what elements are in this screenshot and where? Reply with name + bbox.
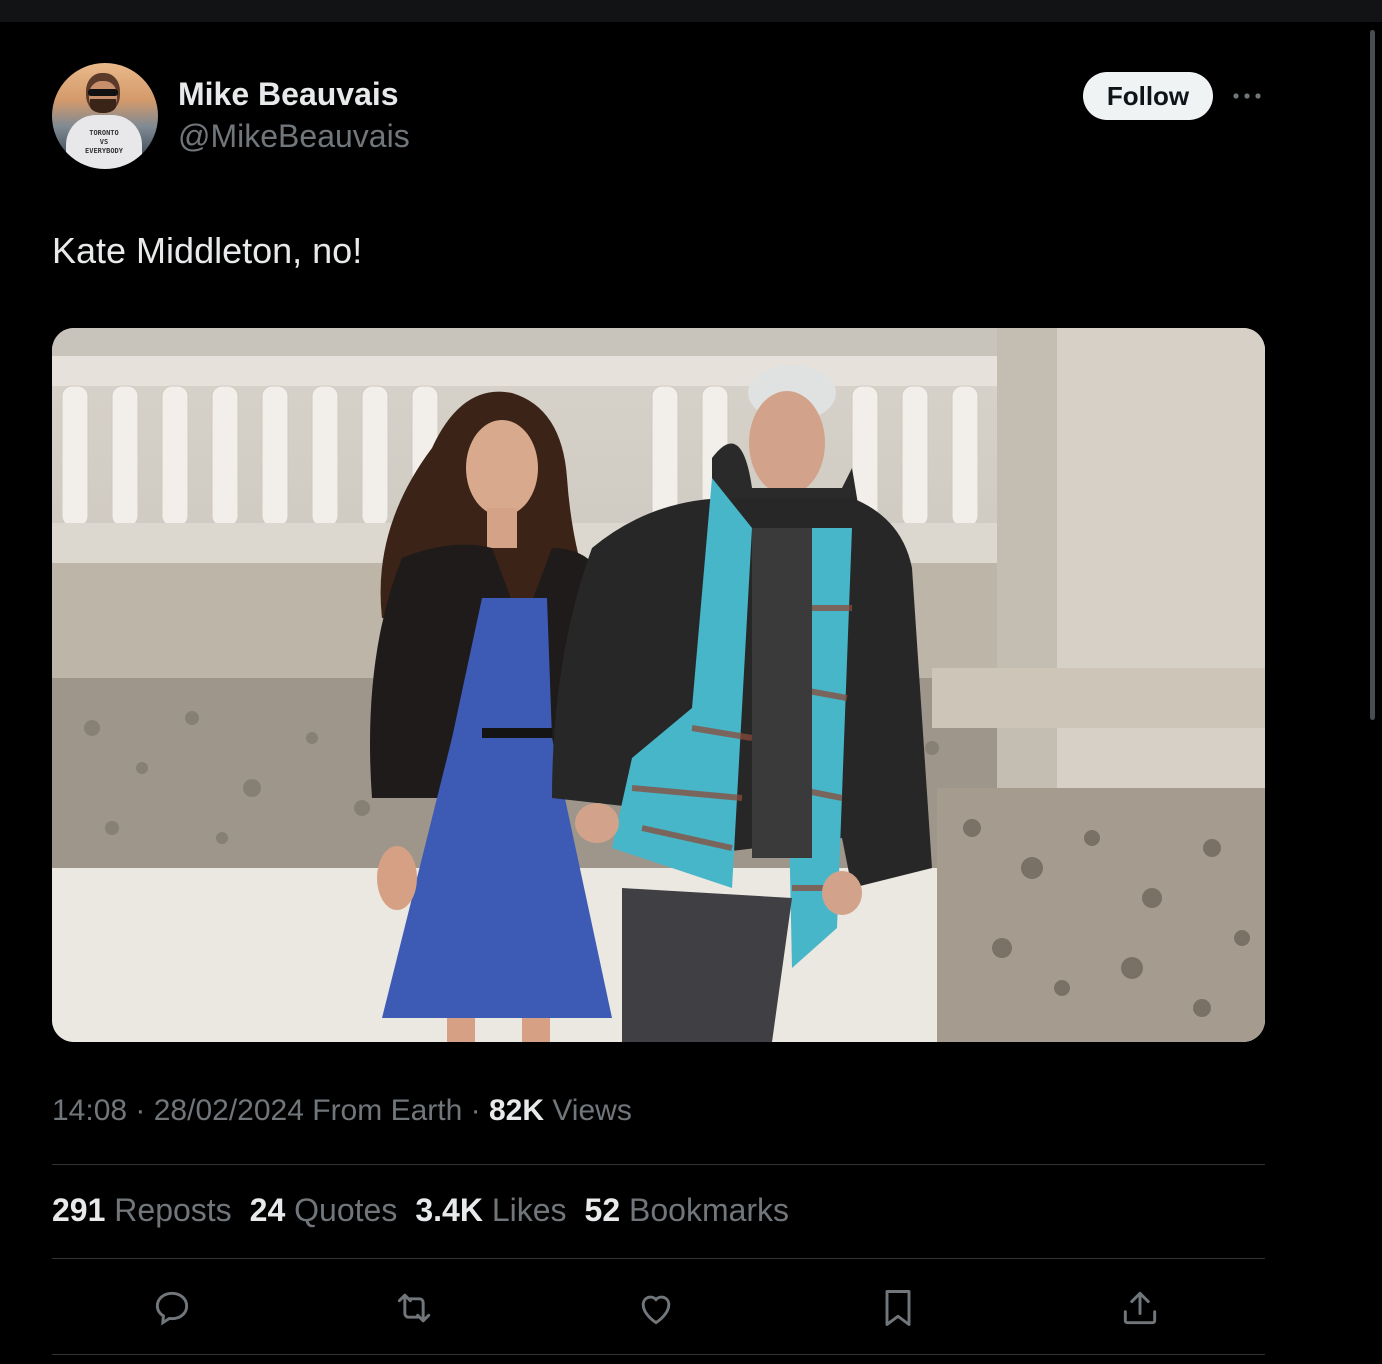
reposts-count: 291	[52, 1192, 106, 1228]
bookmarks-label: Bookmarks	[629, 1192, 790, 1228]
tweet-date[interactable]: 28/02/2024	[154, 1094, 304, 1127]
stat-bookmarks[interactable]: 52 Bookmarks	[585, 1192, 790, 1229]
follow-button[interactable]: Follow	[1083, 72, 1213, 120]
reply-icon[interactable]	[150, 1286, 194, 1330]
divider	[52, 1354, 1265, 1355]
bookmarks-count: 52	[584, 1192, 621, 1228]
meta-separator: ·	[127, 1094, 154, 1127]
engagement-stats: 291 Reposts 24 Quotes 3.4K Likes 52 Book…	[52, 1192, 789, 1229]
likes-label: Likes	[491, 1192, 567, 1228]
top-bar	[0, 0, 1382, 22]
stat-reposts[interactable]: 291 Reposts	[52, 1192, 232, 1229]
quotes-label: Quotes	[294, 1192, 398, 1228]
avatar[interactable]: TORONTO VS EVERYBODY	[52, 63, 158, 169]
tweet-photo[interactable]	[52, 328, 1265, 1042]
likes-count: 3.4K	[415, 1192, 483, 1228]
avatar-sunglasses	[88, 89, 118, 96]
avatar-shirt-line-1: TORONTO	[89, 129, 119, 137]
tweet-text: Kate Middleton, no!	[52, 230, 363, 271]
share-icon[interactable]	[1118, 1286, 1162, 1330]
reposts-label: Reposts	[114, 1192, 232, 1228]
divider	[52, 1164, 1265, 1165]
avatar-shirt-line-3: EVERYBODY	[85, 147, 123, 155]
meta-separator: ·	[462, 1094, 489, 1127]
avatar-beard	[90, 99, 116, 113]
like-icon[interactable]	[634, 1286, 678, 1330]
views-count: 82K	[488, 1094, 544, 1127]
views-label: Views	[544, 1094, 632, 1127]
tweet-source: From Earth	[303, 1094, 463, 1127]
author-name[interactable]: Mike Beauvais	[178, 76, 399, 113]
avatar-shirt-text: TORONTO VS EVERYBODY	[76, 129, 132, 156]
tweet-meta: 14:08 · 28/02/2024 From Earth · 82K View…	[52, 1094, 632, 1128]
avatar-shirt-line-2: VS	[99, 138, 109, 146]
quotes-count: 24	[249, 1192, 286, 1228]
scrollbar[interactable]	[1370, 30, 1375, 720]
divider	[52, 1258, 1265, 1259]
more-options-icon[interactable]	[1230, 84, 1264, 108]
bookmark-icon[interactable]	[876, 1286, 920, 1330]
author-handle[interactable]: @MikeBeauvais	[178, 118, 410, 155]
tweet-time[interactable]: 14:08	[52, 1094, 127, 1127]
repost-icon[interactable]	[392, 1286, 436, 1330]
stat-quotes[interactable]: 24 Quotes	[250, 1192, 398, 1229]
photo-illustration	[52, 328, 1265, 1042]
stat-likes[interactable]: 3.4K Likes	[415, 1192, 566, 1229]
